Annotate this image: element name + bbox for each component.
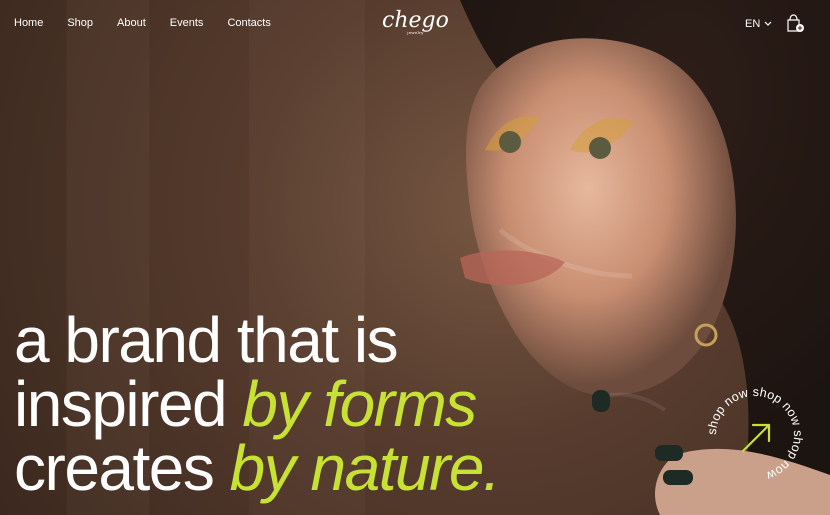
- hero-headline: a brand that is inspired by forms create…: [14, 304, 501, 500]
- nav-shop[interactable]: Shop: [67, 17, 93, 29]
- hero-line-2: inspired by forms: [14, 372, 499, 436]
- hero-section: Home Shop About Events Contacts chego je…: [0, 0, 830, 515]
- svg-text:shop now shop now shop now: shop now shop now shop now: [705, 385, 805, 483]
- language-selector[interactable]: EN: [745, 18, 772, 30]
- shopping-bag-icon[interactable]: [786, 14, 804, 34]
- hero-line-2-accent: by forms: [242, 368, 477, 440]
- hero-line-3-accent: by nature.: [229, 432, 501, 504]
- nav-about[interactable]: About: [117, 17, 146, 29]
- hero-line-1: a brand that is: [14, 304, 399, 376]
- arrow-up-right-icon: [741, 423, 771, 453]
- nav-contacts[interactable]: Contacts: [227, 17, 270, 29]
- main-nav: Home Shop About Events Contacts: [14, 17, 271, 29]
- shop-now-text: shop now shop now shop now: [705, 385, 805, 483]
- language-label: EN: [745, 18, 761, 30]
- chevron-down-icon: [764, 21, 772, 26]
- nav-events[interactable]: Events: [170, 17, 204, 29]
- hero-line-2-prefix: inspired: [14, 368, 243, 440]
- brand-logo[interactable]: chego jewelry: [382, 10, 449, 35]
- nav-home[interactable]: Home: [14, 17, 43, 29]
- shop-now-badge[interactable]: shop now shop now shop now: [703, 383, 807, 487]
- hero-line-3-prefix: creates: [14, 432, 230, 504]
- hero-line-3: creates by nature.: [14, 436, 501, 500]
